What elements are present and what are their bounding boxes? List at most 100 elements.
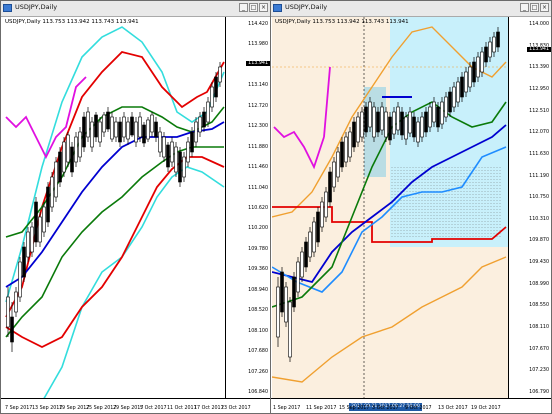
- price-axis[interactable]: 114.420113.980113.560113.140112.720112.3…: [225, 17, 270, 399]
- price-tick-label: 107.230: [529, 368, 549, 374]
- price-tick-label: 113.140: [248, 83, 268, 89]
- candle: [352, 121, 356, 148]
- candle: [280, 271, 284, 313]
- price-tick-label: 108.100: [248, 328, 268, 334]
- chart-window-left[interactable]: USDJPY,Daily _ □ × USDJPY,Daily 113.753 …: [0, 0, 271, 414]
- candle: [90, 121, 94, 148]
- candle: [102, 114, 106, 133]
- price-tick-label: 108.940: [248, 287, 268, 293]
- candle: [468, 66, 472, 88]
- candle: [392, 111, 396, 135]
- candle: [424, 111, 428, 133]
- close-button[interactable]: ×: [540, 3, 549, 12]
- candle: [384, 111, 388, 138]
- date-tick-label: 13 Sep 2017: [32, 406, 63, 411]
- price-chart[interactable]: [272, 17, 508, 401]
- candle: [400, 111, 404, 136]
- candle: [166, 144, 170, 168]
- candle: [380, 106, 384, 131]
- date-tick-label: 9 Oct 2017: [405, 406, 432, 411]
- upper-band-1: [5, 51, 225, 318]
- price-tick-label: 106.790: [529, 390, 549, 395]
- price-tick-label: 112.720: [248, 103, 268, 109]
- candle: [190, 131, 194, 153]
- candle: [198, 116, 202, 133]
- candle: [460, 76, 464, 98]
- candle: [312, 221, 316, 253]
- candle: [26, 231, 30, 258]
- candle: [288, 301, 292, 358]
- candle: [464, 71, 468, 93]
- symbol-info: USDJPY,Daily 113.753 113.942 113.743 113…: [275, 19, 409, 25]
- candle: [356, 116, 360, 143]
- candle: [214, 76, 218, 98]
- lower-band-1: [5, 156, 225, 349]
- candle: [18, 261, 22, 298]
- candle: [416, 121, 420, 143]
- minimize-button[interactable]: _: [520, 3, 529, 12]
- price-tick-label: 107.680: [248, 349, 268, 355]
- candle: [42, 206, 46, 233]
- candle: [142, 124, 146, 144]
- candle: [328, 171, 332, 203]
- candle: [364, 106, 368, 133]
- date-tick-label: 11 Oct 2017: [167, 406, 197, 411]
- candle: [492, 36, 496, 53]
- candle: [218, 66, 222, 83]
- candle: [66, 134, 70, 163]
- minimize-button[interactable]: _: [239, 3, 248, 12]
- candle: [114, 121, 118, 138]
- price-tick-label: 106.840: [248, 390, 268, 395]
- candle: [448, 91, 452, 113]
- title-bar[interactable]: USDJPY,Daily _ □ ×: [1, 1, 270, 17]
- candle: [376, 111, 380, 133]
- price-tick-label: 112.070: [529, 130, 549, 136]
- close-button[interactable]: ×: [259, 3, 268, 12]
- candle: [300, 251, 304, 278]
- price-tick-label: 107.260: [248, 369, 268, 375]
- window-title: USDJPY,Daily: [15, 3, 58, 11]
- candle: [38, 216, 42, 243]
- date-axis[interactable]: 2017.09.21 2017.09.27 00:00 1 Sep 2017 11…: [271, 398, 551, 413]
- title-bar[interactable]: USDJPY,Daily _ □ ×: [271, 1, 551, 17]
- maximize-button[interactable]: □: [530, 3, 539, 12]
- date-tick-label: 7 Sep 2017: [5, 406, 33, 411]
- candle: [62, 141, 66, 173]
- price-tick-label: 111.040: [248, 185, 268, 191]
- candle: [58, 151, 62, 183]
- candle: [130, 116, 134, 136]
- maximize-button[interactable]: □: [249, 3, 258, 12]
- candle: [30, 226, 34, 253]
- candle: [162, 136, 166, 158]
- candle: [106, 111, 110, 130]
- price-tick-label: 113.390: [529, 65, 549, 71]
- candle: [436, 106, 440, 128]
- chart-canvas: [5, 26, 225, 401]
- candle: [50, 176, 54, 208]
- candle: [360, 111, 364, 138]
- price-tick-label: 108.110: [529, 325, 549, 331]
- candle: [276, 286, 280, 338]
- price-axis[interactable]: 114.000113.830113.390112.950112.510112.0…: [508, 17, 551, 399]
- chart-window-right[interactable]: USDJPY,Daily _ □ × USDJPY,Daily 113.753 …: [270, 0, 552, 414]
- date-axis[interactable]: 7 Sep 2017 13 Sep 2017 19 Sep 2017 25 Sep 2…: [1, 398, 270, 413]
- upper-band-2: [5, 26, 225, 303]
- candle: [368, 101, 372, 128]
- candle: [206, 101, 210, 123]
- price-tick-label: 111.190: [529, 173, 549, 179]
- price-tick-label: 110.200: [248, 226, 268, 232]
- price-tick-label: 110.750: [529, 195, 549, 201]
- candle: [110, 116, 114, 140]
- candle: [6, 296, 10, 328]
- candle: [174, 146, 178, 173]
- candle: [420, 116, 424, 138]
- candle: [202, 111, 206, 128]
- price-chart[interactable]: [2, 17, 227, 401]
- candle: [126, 121, 130, 140]
- candle: [296, 261, 300, 293]
- candle: [388, 116, 392, 141]
- candle: [14, 291, 18, 313]
- candle: [440, 101, 444, 125]
- date-tick-label: 29 Sep 2017: [113, 406, 144, 411]
- date-tick-label: 19 Sep 2017: [59, 406, 90, 411]
